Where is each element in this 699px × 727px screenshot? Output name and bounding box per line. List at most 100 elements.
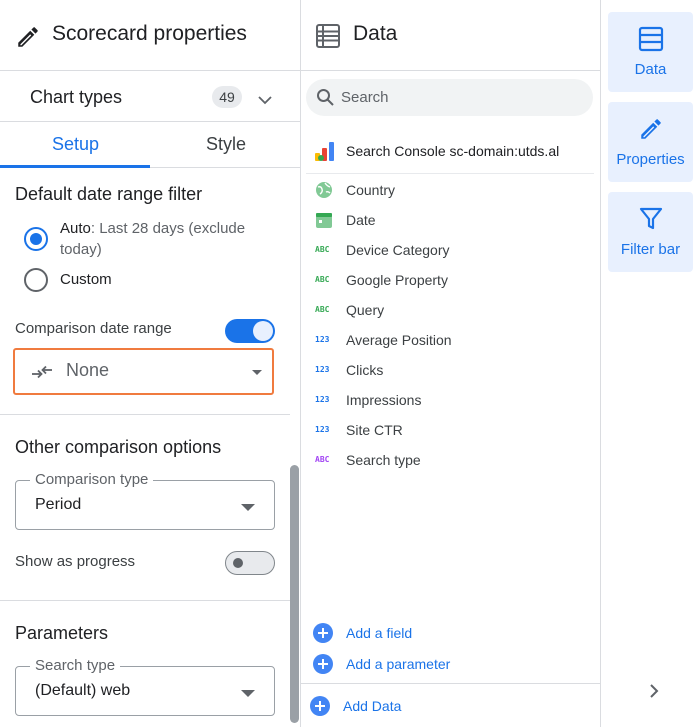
comparison-date-range-toggle[interactable] <box>225 319 275 343</box>
field-label: Average Position <box>346 332 452 348</box>
data-source-name: Search Console sc-domain:utds.al <box>346 143 560 159</box>
data-header: Data <box>301 0 601 71</box>
text-type-icon: ABC <box>315 305 330 314</box>
text-type-icon: ABC <box>315 245 330 254</box>
field-site-ctr[interactable]: 123 Site CTR <box>315 420 595 442</box>
tab-setup[interactable]: Setup <box>52 134 99 155</box>
side-rail: Data Properties Filter bar <box>602 0 699 727</box>
calendar-icon <box>316 213 332 228</box>
rail-data-button[interactable]: Data <box>608 12 693 92</box>
divider <box>0 600 290 601</box>
properties-tabs: Setup Style <box>0 123 300 168</box>
field-label: Impressions <box>346 392 422 408</box>
add-data-button[interactable]: Add Data <box>310 696 510 718</box>
chart-types-count-badge: 49 <box>212 86 242 108</box>
parameter-type-icon: ABC <box>315 455 330 464</box>
data-title: Data <box>353 22 398 45</box>
field-label: Country <box>346 182 396 198</box>
dropdown-caret-icon <box>241 504 255 511</box>
field-label: Device Category <box>346 242 450 258</box>
pencil-icon <box>641 119 661 139</box>
number-type-icon: 123 <box>315 335 330 344</box>
number-type-icon: 123 <box>315 425 330 434</box>
auto-detail: : Last 28 days (exclude <box>90 220 246 237</box>
field-average-position[interactable]: 123 Average Position <box>315 330 595 352</box>
field-search-type[interactable]: ABC Search type <box>315 450 595 472</box>
field-date[interactable]: Date <box>315 210 595 232</box>
field-country[interactable]: Country <box>315 180 595 202</box>
compare-arrows-icon <box>32 365 52 379</box>
properties-header: Scorecard properties <box>0 0 300 71</box>
field-clicks[interactable]: 123 Clicks <box>315 360 595 382</box>
comparison-type-label: Comparison type <box>30 471 154 488</box>
search-type-value: (Default) web <box>35 682 131 699</box>
properties-panel: Scorecard properties Chart types 49 Setu… <box>0 0 301 727</box>
add-data-label: Add Data <box>343 698 402 714</box>
filter-icon <box>639 207 663 230</box>
search-type-select[interactable]: Search type (Default) web <box>15 657 275 716</box>
divider <box>306 173 594 174</box>
panel-title: Scorecard properties <box>52 22 247 45</box>
chart-types-selector[interactable]: Chart types 49 <box>0 72 300 122</box>
add-circle-icon <box>310 696 330 716</box>
other-comparison-title: Other comparison options <box>15 437 222 457</box>
search-placeholder: Search <box>341 89 389 106</box>
globe-icon <box>316 182 332 198</box>
active-tab-indicator <box>0 165 150 168</box>
data-source-item[interactable]: Search Console sc-domain:utds.al <box>315 140 595 164</box>
field-device-category[interactable]: ABC Device Category <box>315 240 595 262</box>
chart-types-label: Chart types <box>30 87 123 107</box>
field-label: Search type <box>346 452 421 468</box>
chevron-down-icon[interactable] <box>257 92 273 108</box>
divider <box>301 683 601 684</box>
radio-auto[interactable] <box>24 227 48 251</box>
field-search[interactable]: Search <box>306 79 593 116</box>
search-console-logo-icon <box>315 142 334 161</box>
field-impressions[interactable]: 123 Impressions <box>315 390 595 412</box>
pencil-icon <box>18 27 38 47</box>
field-label: Clicks <box>346 362 384 378</box>
database-icon <box>316 24 340 48</box>
field-google-property[interactable]: ABC Google Property <box>315 270 595 292</box>
add-parameter-button[interactable]: Add a parameter <box>313 654 513 676</box>
rail-properties-label: Properties <box>616 151 685 168</box>
number-type-icon: 123 <box>315 395 330 404</box>
parameters-title: Parameters <box>15 623 109 643</box>
radio-custom[interactable] <box>24 268 48 292</box>
add-parameter-label: Add a parameter <box>346 656 451 672</box>
field-label: Site CTR <box>346 422 403 438</box>
add-field-label: Add a field <box>346 625 413 641</box>
comparison-type-select[interactable]: Comparison type Period <box>15 471 275 530</box>
text-type-icon: ABC <box>315 275 330 284</box>
properties-scrollbar[interactable] <box>290 465 299 723</box>
comparison-range-value: None <box>66 360 110 380</box>
add-field-button[interactable]: Add a field <box>313 623 513 645</box>
auto-detail-line2: today) <box>60 241 102 258</box>
search-type-label: Search type <box>30 657 121 674</box>
rail-filter-bar-button[interactable]: Filter bar <box>608 192 693 272</box>
field-query[interactable]: ABC Query <box>315 300 595 322</box>
rail-properties-button[interactable]: Properties <box>608 102 693 182</box>
divider <box>0 414 290 415</box>
number-type-icon: 123 <box>315 365 330 374</box>
chevron-right-icon[interactable] <box>646 682 662 700</box>
radio-custom-label[interactable]: Custom <box>60 269 112 290</box>
add-circle-icon <box>313 623 333 643</box>
field-label: Date <box>346 212 376 228</box>
field-label: Query <box>346 302 385 318</box>
database-icon <box>638 26 664 52</box>
data-panel: Data Search Search Console sc-domain:utd… <box>301 0 601 727</box>
comparison-date-range-label: Comparison date range <box>15 320 172 337</box>
default-date-range-title: Default date range filter <box>15 184 203 204</box>
radio-auto-label[interactable]: Auto: Last 28 days (exclude today) <box>60 218 275 260</box>
comparison-type-value: Period <box>35 496 82 513</box>
field-label: Google Property <box>346 272 448 288</box>
rail-data-label: Data <box>634 61 667 78</box>
auto-label: Auto <box>60 220 91 237</box>
dropdown-caret-icon <box>241 690 255 697</box>
rail-filter-bar-label: Filter bar <box>620 241 681 258</box>
dropdown-caret-icon <box>252 370 262 375</box>
tab-style[interactable]: Style <box>206 134 246 155</box>
show-as-progress-toggle[interactable] <box>225 551 275 575</box>
comparison-range-dropdown[interactable]: None <box>13 348 274 395</box>
